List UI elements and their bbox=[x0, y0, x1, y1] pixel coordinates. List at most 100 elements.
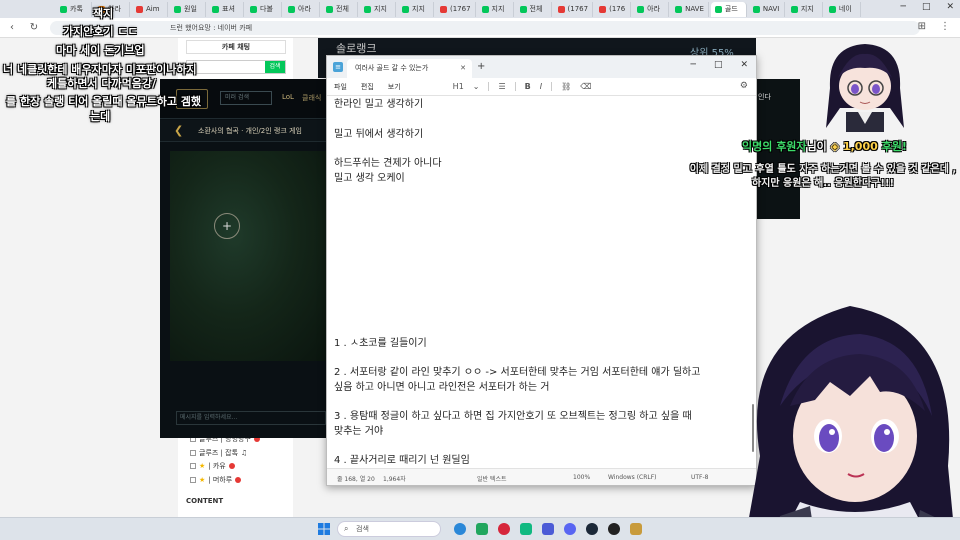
close-button[interactable]: ✕ bbox=[946, 2, 954, 12]
browser-tab[interactable]: 다볼 bbox=[246, 1, 282, 17]
notepad-menu-bar: 파일 편집 보기 H1 ⌄ ☰ B I ⛓ ⌫ ⚙ bbox=[327, 78, 756, 96]
menu-file[interactable]: 파일 bbox=[334, 82, 347, 92]
lol-search-input[interactable]: 미러 검색 bbox=[220, 91, 272, 105]
lol-chat-input[interactable]: 메시지를 입력하세요... bbox=[176, 411, 326, 425]
chevron-down-icon: ⌄ bbox=[472, 82, 480, 91]
maximize-button[interactable]: □ bbox=[714, 60, 723, 70]
chat-overlay-line: 마마 세이 돈기브업 bbox=[56, 44, 145, 57]
browser-tab-label: 아라 bbox=[298, 5, 311, 13]
clear-format-icon[interactable]: ⌫ bbox=[580, 82, 591, 91]
browser-tab[interactable]: NAVI bbox=[749, 1, 785, 17]
browser-tab[interactable]: (1767 bbox=[436, 1, 476, 17]
close-tab-icon[interactable]: ✕ bbox=[460, 59, 466, 78]
browser-tab-label: 원일 bbox=[184, 5, 197, 13]
lol-nav-lol[interactable]: LoL bbox=[282, 93, 294, 101]
cafe-search-button[interactable]: 검색 bbox=[265, 61, 285, 73]
new-tab-icon[interactable]: + bbox=[477, 61, 485, 72]
menu-icon[interactable]: ⋮ bbox=[940, 21, 950, 32]
windows-start-icon[interactable] bbox=[318, 523, 330, 535]
browser-tab[interactable]: 지지 bbox=[360, 1, 396, 17]
board-icon bbox=[190, 477, 196, 483]
minimize-button[interactable]: ─ bbox=[901, 2, 906, 12]
browser-tab-label: NAVI bbox=[762, 5, 780, 13]
board-icon bbox=[190, 463, 196, 469]
browser-tab[interactable]: 표셔 bbox=[208, 1, 244, 17]
browser-tab-label: NAVE bbox=[685, 5, 704, 13]
heading-select[interactable]: H1 bbox=[453, 82, 464, 91]
tab-favicon-icon bbox=[828, 5, 836, 13]
explorer-icon[interactable] bbox=[476, 523, 488, 535]
notepad-app-icon: ≡ bbox=[333, 62, 343, 72]
back-arrow-icon[interactable]: ‹ bbox=[6, 22, 18, 33]
zoom-level[interactable]: 100% bbox=[573, 474, 590, 481]
notepad-tab[interactable]: 여러사 골드 갈 수 있는가 ✕ bbox=[347, 59, 472, 78]
address-bar: ‹ ↻ 드런 했어요망 : 네이버 카페 ⊞ ⋮ bbox=[0, 18, 960, 38]
maximize-button[interactable]: □ bbox=[922, 2, 931, 12]
browser-tab[interactable]: 전체 bbox=[322, 1, 358, 17]
cafe-search-input[interactable]: 검색 bbox=[186, 60, 286, 74]
reload-icon[interactable]: ↻ bbox=[28, 22, 40, 33]
encoding[interactable]: UTF-8 bbox=[691, 474, 709, 481]
edge-icon[interactable] bbox=[454, 523, 466, 535]
browser-tab[interactable]: Aim bbox=[132, 1, 168, 17]
bold-icon[interactable]: B bbox=[525, 82, 531, 91]
discord-icon[interactable] bbox=[564, 523, 576, 535]
browser-tab[interactable]: 지지 bbox=[398, 1, 434, 17]
browser-tab[interactable]: 아라 bbox=[633, 1, 670, 17]
cafe-menu-item[interactable]: 글루즈 | 잡톡 ♫ bbox=[190, 448, 247, 458]
lol-right-panel-label: 인다 bbox=[758, 93, 771, 101]
link-icon[interactable]: ⛓ bbox=[561, 82, 571, 91]
whale-icon[interactable] bbox=[520, 523, 532, 535]
obs-icon[interactable] bbox=[608, 523, 620, 535]
menu-edit[interactable]: 편집 bbox=[361, 82, 374, 92]
text-format: 일반 텍스트 bbox=[477, 476, 507, 483]
cursor-position: 줄 168, 열 20 bbox=[337, 476, 375, 483]
italic-icon[interactable]: I bbox=[540, 82, 542, 91]
browser-tab[interactable]: 전체 bbox=[516, 1, 552, 17]
settings-gear-icon[interactable]: ⚙ bbox=[740, 81, 748, 91]
browser-tab[interactable]: (176 bbox=[595, 1, 632, 17]
browser-tab[interactable]: (1767 bbox=[554, 1, 594, 17]
notepad-status-bar: 줄 168, 열 20 1,964자 일반 텍스트 100% Windows (… bbox=[327, 468, 756, 485]
browser-tab[interactable]: 원일 bbox=[170, 1, 206, 17]
taskbar-search-input[interactable]: ⌕ 검색 bbox=[337, 521, 441, 537]
tab-favicon-icon bbox=[675, 5, 683, 13]
record-icon[interactable] bbox=[498, 523, 510, 535]
browser-tab[interactable]: 지지 bbox=[787, 1, 823, 17]
back-chevron-icon[interactable]: ❮ bbox=[174, 124, 183, 137]
minimize-button[interactable]: ─ bbox=[691, 60, 696, 70]
text-line: 1 . ㅅ초코를 길들이기 bbox=[334, 338, 427, 349]
browser-tab[interactable]: 카톡 bbox=[56, 1, 92, 17]
new-badge-icon bbox=[235, 477, 242, 483]
solorank-title: 솔로랭크 bbox=[336, 42, 377, 55]
summoners-rift-map bbox=[170, 151, 330, 361]
steam-icon[interactable] bbox=[586, 523, 598, 535]
lol-nav-classic[interactable]: 클래식 bbox=[302, 93, 321, 103]
tab-favicon-icon bbox=[250, 5, 257, 13]
notepad-title-bar: ≡ 여러사 골드 갈 수 있는가 ✕ + ─ □ ✕ bbox=[327, 56, 756, 78]
invite-plus-icon[interactable]: + bbox=[214, 213, 240, 239]
browser-tab[interactable]: 골드 bbox=[710, 1, 747, 17]
cafe-menu-item[interactable]: ★ | 머하루 bbox=[190, 475, 242, 485]
browser-tab-label: 지지 bbox=[374, 5, 387, 13]
browser-tab[interactable]: 아라 bbox=[284, 1, 320, 17]
browser-tab-label: Aim bbox=[146, 5, 160, 13]
cafe-chat-button[interactable]: 카페 채팅 bbox=[186, 40, 286, 54]
extensions-icon[interactable]: ⊞ bbox=[918, 21, 926, 32]
menu-view[interactable]: 보기 bbox=[388, 82, 401, 92]
streamer-avatar-icon bbox=[745, 306, 955, 540]
browser-tab[interactable]: 네이 bbox=[825, 1, 861, 17]
browser-tab[interactable]: NAVE bbox=[671, 1, 709, 17]
close-button[interactable]: ✕ bbox=[740, 60, 748, 70]
browser-tab-label: 네이 bbox=[838, 5, 852, 13]
browser-tab[interactable]: 지지 bbox=[478, 1, 514, 17]
line-ending[interactable]: Windows (CRLF) bbox=[608, 474, 657, 481]
teams-icon[interactable] bbox=[542, 523, 554, 535]
notepad-text-area[interactable]: 한라인 밀고 생각하기 밀고 뒤에서 생각하기 하드푸쉬는 견제가 아니다 밀고… bbox=[334, 97, 749, 470]
lol-icon[interactable] bbox=[630, 523, 642, 535]
cafe-menu-item[interactable]: ★ | 카유 bbox=[190, 461, 235, 471]
list-icon[interactable]: ☰ bbox=[498, 82, 505, 91]
chat-overlay-line: 잭지 bbox=[93, 7, 114, 20]
star-icon: ★ bbox=[199, 476, 206, 484]
url-field[interactable]: 드런 했어요망 : 네이버 카페 bbox=[50, 20, 920, 35]
